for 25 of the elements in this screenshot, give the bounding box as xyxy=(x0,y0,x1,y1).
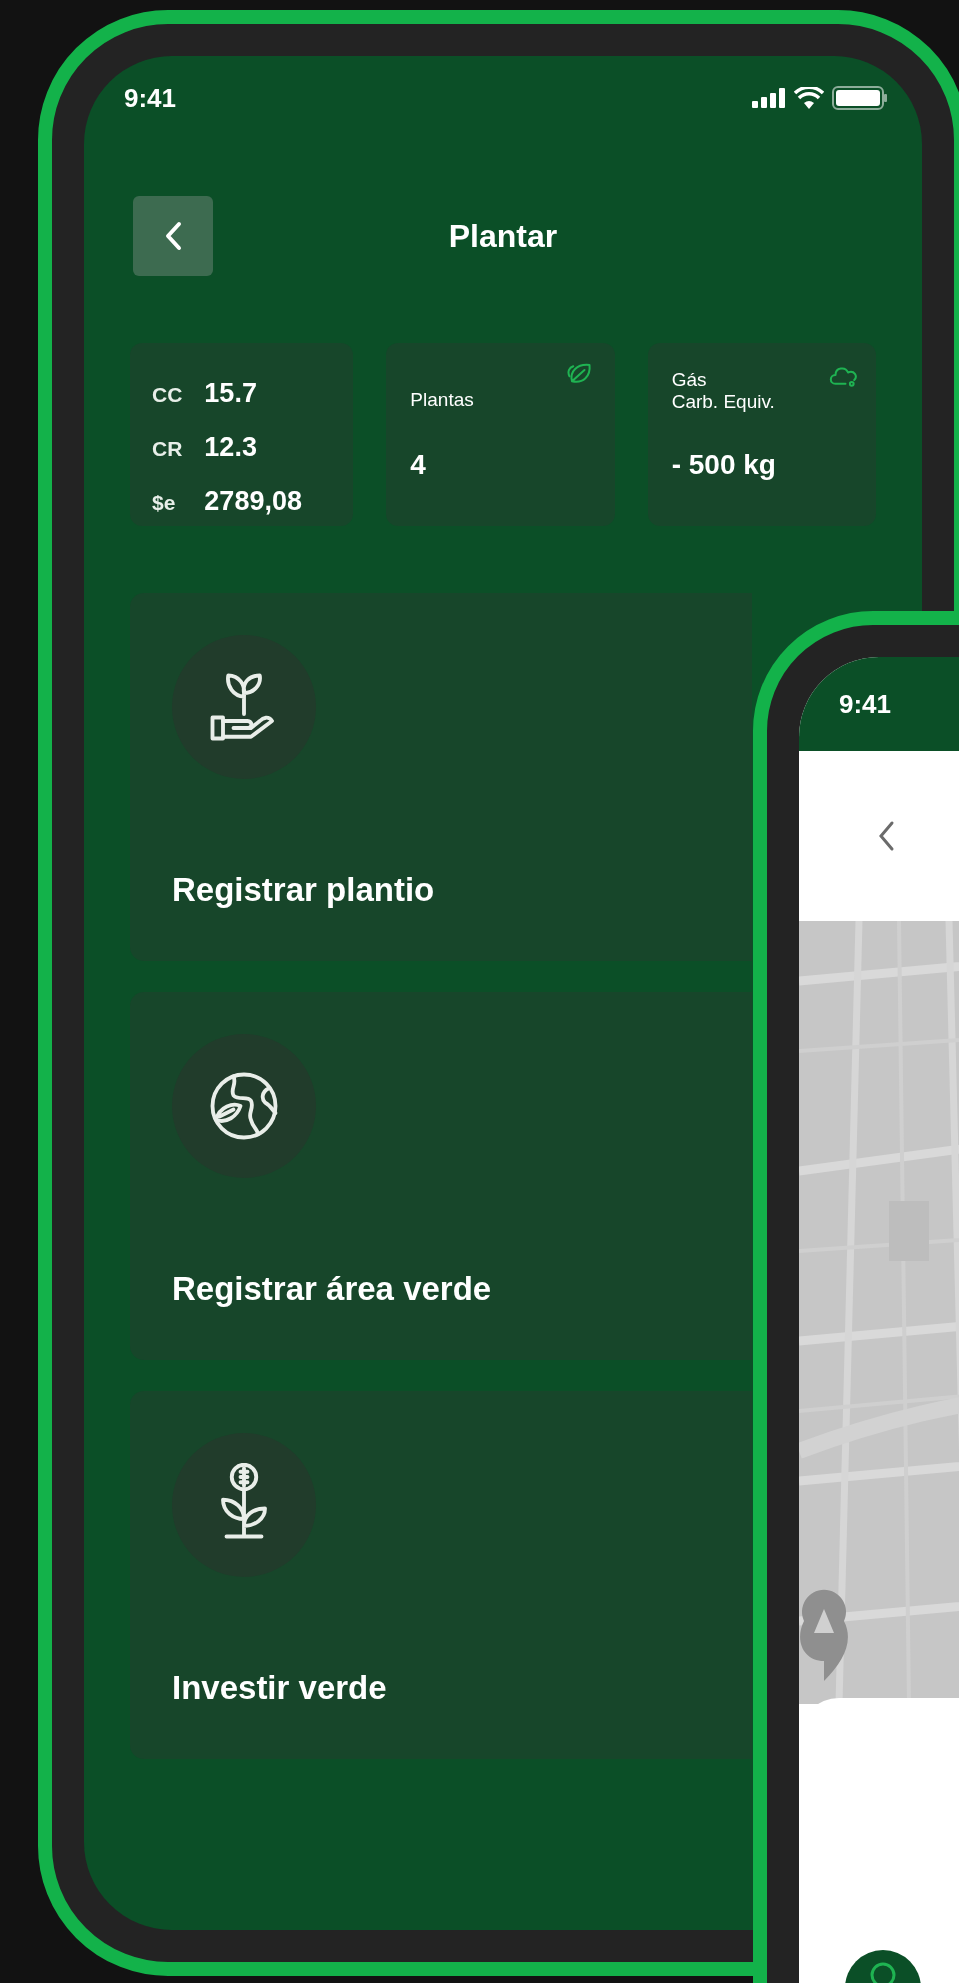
action-label: Registrar plantio xyxy=(172,870,436,910)
status-time: 9:41 xyxy=(839,687,892,721)
action-card[interactable]: Registrar plantio xyxy=(130,593,752,961)
action-card[interactable]: Investir verde xyxy=(130,1391,752,1759)
wifi-icon xyxy=(794,87,824,109)
stat-label: $e xyxy=(152,490,177,516)
battery-icon xyxy=(832,86,888,110)
action-card[interactable]: Registrar área verde xyxy=(130,992,752,1360)
stat-value: 12.3 xyxy=(204,431,258,464)
stat-value: - 500 kg xyxy=(671,448,777,482)
action-label: Investir verde xyxy=(172,1668,388,1708)
action-label: Registrar área verde xyxy=(172,1269,493,1309)
stat-label: CR xyxy=(152,436,183,462)
back-icon xyxy=(164,221,182,251)
back-button[interactable] xyxy=(133,196,213,276)
status-time: 9:41 xyxy=(124,81,177,115)
back-icon xyxy=(877,820,895,852)
stat-value: 15.7 xyxy=(204,377,258,410)
stat-value: 4 xyxy=(410,448,427,482)
stat-label: Gás Carb. Equiv. xyxy=(671,369,775,413)
signal-icon xyxy=(752,88,786,108)
stat-value: 2789,08 xyxy=(204,485,303,518)
stat-label: Plantas xyxy=(410,389,474,411)
stat-label: CC xyxy=(152,382,183,408)
screen-title: Plantar xyxy=(448,217,558,256)
